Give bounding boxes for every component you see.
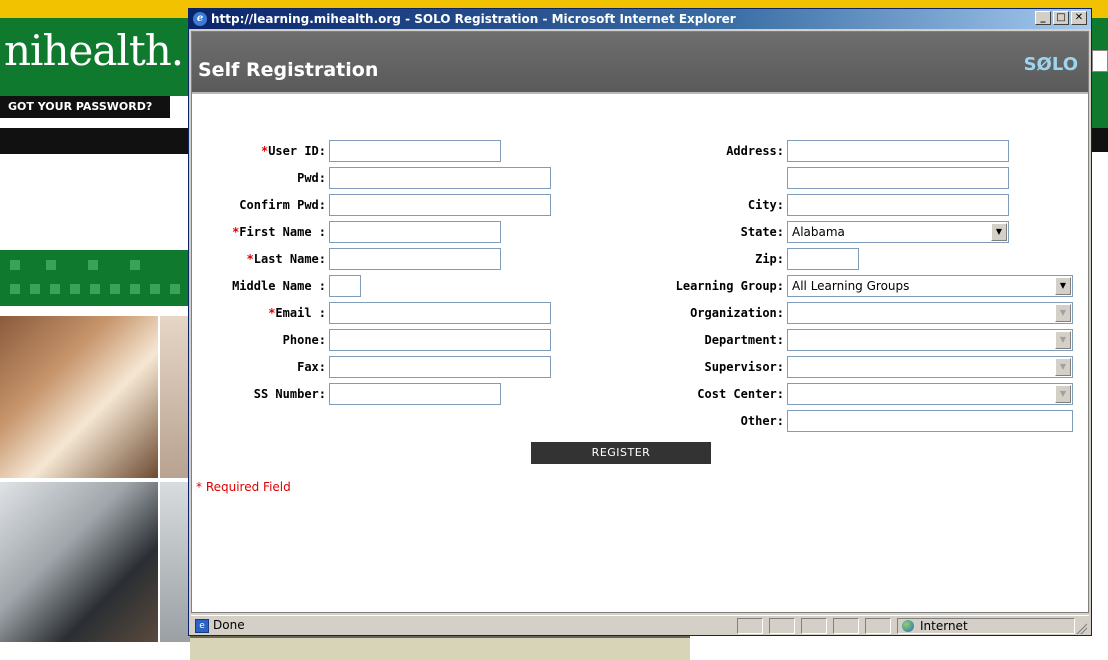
user-id-input[interactable] [329, 140, 501, 162]
status-panel [737, 618, 763, 634]
status-panel [769, 618, 795, 634]
other-input[interactable] [787, 410, 1073, 432]
pwd-label: Pwd: [297, 171, 326, 185]
middle-name-input[interactable] [329, 275, 361, 297]
ie-window: e http://learning.mihealth.org - SOLO Re… [188, 8, 1092, 636]
user-id-label: *User ID: [194, 140, 326, 162]
middle-name-label: Middle Name : [232, 279, 326, 293]
department-label: Department: [704, 333, 784, 347]
organization-select[interactable]: ▼ [787, 302, 1073, 324]
solo-logo-lo: LO [1051, 54, 1078, 75]
maximize-button[interactable]: □ [1053, 11, 1069, 25]
required-mark: * [246, 252, 254, 266]
state-select-value: Alabama [792, 225, 845, 239]
page-title: Self Registration [198, 59, 379, 81]
register-button[interactable]: REGISTER [531, 442, 711, 464]
address-label: Address: [726, 144, 784, 158]
learning-group-select[interactable]: All Learning Groups ▼ [787, 275, 1073, 297]
learning-group-select-value: All Learning Groups [792, 279, 910, 293]
other-label: Other: [740, 414, 784, 428]
site-header-green-right [1090, 18, 1108, 128]
security-zone[interactable]: Internet [897, 618, 1075, 634]
forgot-password-link[interactable]: GOT YOUR PASSWORD? [0, 96, 170, 118]
first-name-input[interactable] [329, 221, 501, 243]
address-input-2[interactable] [787, 167, 1009, 189]
status-text: Done [213, 618, 245, 632]
phone-label: Phone: [282, 333, 326, 347]
ss-number-label: SS Number: [253, 387, 326, 401]
solo-logo-o: Ø [1036, 54, 1052, 75]
status-bar: e Done Internet [191, 615, 1089, 635]
solo-logo: SØLO [1024, 54, 1078, 75]
site-input-box [1092, 50, 1108, 72]
site-bottom-bar [190, 636, 690, 660]
site-photo-man-laptop [0, 482, 158, 642]
last-name-input[interactable] [329, 248, 501, 270]
window-title: http://learning.mihealth.org - SOLO Regi… [211, 12, 736, 26]
window-titlebar[interactable]: e http://learning.mihealth.org - SOLO Re… [189, 9, 1091, 29]
pwd-input[interactable] [329, 167, 551, 189]
chevron-down-icon[interactable]: ▼ [1055, 304, 1071, 322]
resize-grip-icon[interactable] [1075, 622, 1087, 634]
chevron-down-icon[interactable]: ▼ [1055, 277, 1071, 295]
address-input-1[interactable] [787, 140, 1009, 162]
security-zone-label: Internet [920, 619, 968, 633]
cost-center-label: Cost Center: [697, 387, 784, 401]
page-done-icon: e [195, 619, 209, 633]
solo-logo-s: S [1023, 54, 1037, 75]
email-label-text: Email : [275, 306, 326, 320]
required-field-note: * Required Field [196, 480, 291, 494]
status-panel [801, 618, 827, 634]
chevron-down-icon[interactable]: ▼ [1055, 358, 1071, 376]
state-select[interactable]: Alabama ▼ [787, 221, 1009, 243]
first-name-label: *First Name : [194, 221, 326, 243]
minimize-button[interactable]: _ [1035, 11, 1051, 25]
globe-icon [902, 620, 914, 632]
user-id-label-text: User ID: [268, 144, 326, 158]
fax-input[interactable] [329, 356, 551, 378]
page-header: Self Registration SØLO [192, 32, 1088, 94]
confirm-pwd-label: Confirm Pwd: [239, 198, 326, 212]
chevron-down-icon[interactable]: ▼ [991, 223, 1007, 241]
fax-label: Fax: [297, 360, 326, 374]
zip-input[interactable] [787, 248, 859, 270]
phone-input[interactable] [329, 329, 551, 351]
close-button[interactable]: ✕ [1071, 11, 1087, 25]
email-input[interactable] [329, 302, 551, 324]
last-name-label-text: Last Name: [253, 252, 326, 266]
site-photo-strip [160, 316, 190, 478]
confirm-pwd-input[interactable] [329, 194, 551, 216]
city-input[interactable] [787, 194, 1009, 216]
site-nav-bar [0, 128, 190, 154]
site-photo-doctor-child [0, 316, 158, 478]
chevron-down-icon[interactable]: ▼ [1055, 331, 1071, 349]
supervisor-label: Supervisor: [704, 360, 784, 374]
site-pattern-band [0, 250, 190, 306]
ie-icon: e [193, 12, 207, 26]
cost-center-select[interactable]: ▼ [787, 383, 1073, 405]
last-name-label: *Last Name: [194, 248, 326, 270]
window-controls: _ □ ✕ [1033, 11, 1087, 27]
email-label: *Email : [194, 302, 326, 324]
zip-label: Zip: [755, 252, 784, 266]
site-logo: nihealth. [4, 26, 184, 75]
organization-label: Organization: [690, 306, 784, 320]
supervisor-select[interactable]: ▼ [787, 356, 1073, 378]
learning-group-label: Learning Group: [675, 279, 784, 293]
state-label: State: [740, 225, 784, 239]
page-content: Self Registration SØLO *User ID: Pwd: Co… [191, 31, 1089, 613]
status-panel [833, 618, 859, 634]
ss-number-input[interactable] [329, 383, 501, 405]
first-name-label-text: First Name : [239, 225, 326, 239]
status-panel [865, 618, 891, 634]
city-label: City: [747, 198, 784, 212]
chevron-down-icon[interactable]: ▼ [1055, 385, 1071, 403]
site-photo-strip [160, 482, 190, 642]
department-select[interactable]: ▼ [787, 329, 1073, 351]
site-nav-bar-right [1090, 128, 1108, 152]
